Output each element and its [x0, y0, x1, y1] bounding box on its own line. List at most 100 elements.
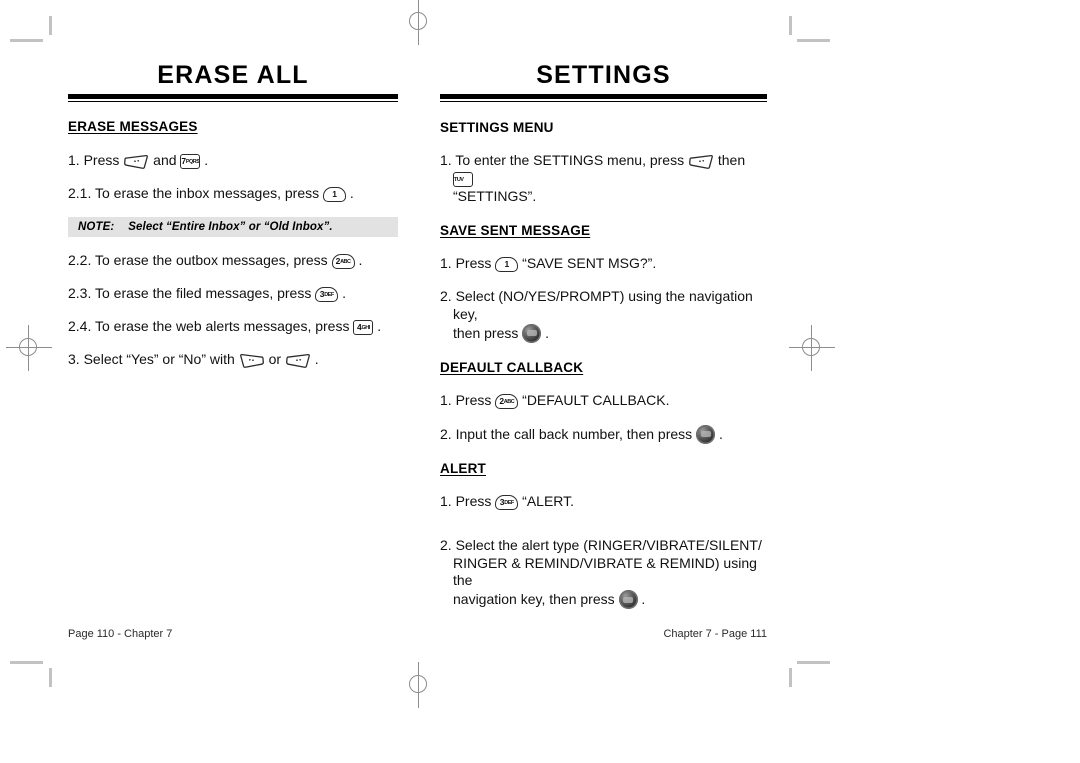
step-1-text-after: .: [204, 152, 209, 169]
save-sent-step-2-line2-before: then press: [453, 324, 519, 341]
save-sent-step-2-number: 2.: [440, 287, 452, 304]
registration-mark-right-center: [789, 325, 835, 371]
crop-mark-bottom-right-horizontal: [797, 661, 830, 664]
key-2-letters: ABC: [503, 398, 515, 405]
key-1-number: 1: [332, 189, 337, 200]
save-sent-step-1-text-after: “SAVE SENT MSG?”.: [522, 255, 657, 272]
step-2-1-text-after: .: [349, 185, 354, 202]
note-bar: NOTE: Select “Entire Inbox” or “Old Inbox…: [68, 217, 398, 238]
step-2-1-number: 2.1.: [68, 185, 92, 202]
alert-step-2-line2: RINGER & REMIND/VIBRATE & REMIND) using …: [453, 554, 757, 589]
left-page: ERASE ALL ERASE MESSAGES 1. Press and 7P…: [68, 62, 398, 369]
step-3: 3. Select “Yes” or “No” with or .: [68, 351, 398, 369]
save-sent-step-2: 2. Select (NO/YES/PROMPT) using the navi…: [440, 288, 767, 343]
key-3-icon: 3DEF: [495, 494, 519, 510]
key-3-letters: DEF: [324, 292, 334, 299]
default-callback-step-1-text-before: Press: [455, 391, 492, 408]
save-sent-step-2-line2-after: .: [545, 324, 550, 341]
key-8-letters: TUV: [453, 177, 464, 184]
softkey-menu-icon: [688, 154, 714, 170]
settings-menu-step-1-text-before: To enter the SETTINGS menu, press: [455, 152, 685, 169]
key-2-icon: 2ABC: [331, 254, 355, 270]
settings-menu-step-1: 1. To enter the SETTINGS menu, press the…: [440, 152, 767, 206]
alert-heading: ALERT: [440, 460, 486, 476]
key-7-letters: PQRS: [185, 159, 200, 166]
alert-step-2-line3-before: navigation key, then press: [453, 591, 615, 608]
softkey-left-icon: [239, 353, 265, 369]
step-2-4-text-before: To erase the web alerts messages, press: [95, 317, 350, 334]
default-callback-step-2-text-before: Input the call back number, then press: [455, 425, 693, 442]
crop-mark-top-left-horizontal: [10, 39, 43, 42]
settings-menu-step-1-text-middle: then: [717, 152, 746, 169]
registration-mark-top-center: [402, 0, 436, 45]
step-2-2-text-before: To erase the outbox messages, press: [95, 252, 328, 269]
alert-step-1-text-before: Press: [455, 492, 492, 509]
step-1-text-before: Press: [83, 152, 120, 169]
crop-mark-bottom-left-horizontal: [10, 661, 43, 664]
step-3-text-middle: or: [268, 350, 282, 367]
key-7-icon: 7PQRS: [180, 154, 201, 170]
default-callback-step-2: 2. Input the call back number, then pres…: [440, 424, 767, 444]
step-2-3-number: 2.3.: [68, 285, 92, 302]
erase-messages-heading: ERASE MESSAGES: [68, 119, 198, 135]
note-label: NOTE:: [78, 221, 115, 234]
default-callback-step-1-text-after: “DEFAULT CALLBACK.: [522, 391, 670, 408]
crop-mark-top-right-horizontal: [797, 39, 830, 42]
registration-mark-left-center: [6, 325, 52, 371]
save-sent-step-1-text-before: Press: [455, 255, 492, 272]
step-2-2-text-after: .: [358, 252, 363, 269]
step-2-4-number: 2.4.: [68, 317, 92, 334]
settings-menu-step-1-number: 1.: [440, 152, 452, 169]
alert-step-1-number: 1.: [440, 492, 452, 509]
settings-menu-heading: SETTINGS MENU: [440, 120, 554, 136]
step-3-number: 3.: [68, 350, 80, 367]
step-2-2-number: 2.2.: [68, 252, 92, 269]
step-2-3-text-before: To erase the filed messages, press: [95, 285, 312, 302]
alert-step-2-line1: Select the alert type (RINGER/VIBRATE/SI…: [455, 536, 762, 553]
right-page: SETTINGS SETTINGS MENU 1. To enter the S…: [440, 61, 767, 610]
softkey-menu-icon: [123, 154, 149, 170]
step-2-1-text-before: To erase the inbox messages, press: [95, 185, 320, 202]
step-1: 1. Press and 7PQRS .: [68, 152, 398, 170]
step-1-number: 1.: [68, 152, 80, 169]
step-2-3: 2.3. To erase the filed messages, press …: [68, 285, 398, 303]
key-4-letters: GHI: [361, 324, 370, 331]
save-sent-step-1-number: 1.: [440, 255, 452, 272]
alert-step-2-number: 2.: [440, 536, 452, 553]
left-page-footer: Page 110 - Chapter 7: [68, 628, 173, 640]
key-2-letters: ABC: [340, 259, 351, 266]
softkey-right-icon: [285, 353, 311, 369]
save-sent-step-1: 1. Press 1 “SAVE SENT MSG?”.: [440, 255, 767, 273]
settings-menu-step-1-line2: “SETTINGS”.: [453, 188, 537, 205]
ok-key-icon: [618, 590, 638, 610]
save-sent-message-heading: SAVE SENT MESSAGE: [440, 223, 591, 239]
key-3-icon: 3DEF: [315, 287, 339, 303]
ok-key-icon: [522, 323, 542, 343]
crop-mark-bottom-left-vertical: [49, 668, 52, 687]
right-page-title: SETTINGS: [536, 61, 671, 89]
note-text: Select “Entire Inbox” or “Old Inbox”.: [128, 221, 333, 234]
key-1-icon: 1: [323, 187, 347, 203]
step-3-text-after: .: [314, 350, 319, 367]
step-2-2: 2.2. To erase the outbox messages, press…: [68, 252, 398, 270]
default-callback-step-1-number: 1.: [440, 391, 452, 408]
key-2-icon: 2ABC: [495, 393, 519, 409]
ok-key-icon: [696, 424, 716, 444]
crop-mark-top-right-vertical: [789, 16, 792, 35]
crop-mark-bottom-right-vertical: [789, 668, 792, 687]
save-sent-step-2-line1: Select (NO/YES/PROMPT) using the navigat…: [453, 287, 753, 322]
key-1-icon: 1: [495, 257, 519, 273]
step-2-4-text-after: .: [377, 317, 382, 334]
key-1-number: 1: [504, 259, 510, 270]
default-callback-step-2-number: 2.: [440, 425, 452, 442]
right-page-footer: Chapter 7 - Page 111: [663, 628, 767, 640]
step-1-text-middle: and: [153, 152, 177, 169]
alert-step-2: 2. Select the alert type (RINGER/VIBRATE…: [440, 537, 767, 610]
alert-step-1-text-after: “ALERT.: [522, 492, 575, 509]
default-callback-heading: DEFAULT CALLBACK: [440, 359, 584, 375]
default-callback-step-1: 1. Press 2ABC “DEFAULT CALLBACK.: [440, 392, 767, 410]
step-3-text-before: Select “Yes” or “No” with: [83, 350, 235, 367]
alert-step-2-line3-after: .: [641, 591, 646, 608]
default-callback-step-2-text-after: .: [718, 425, 723, 442]
step-2-4: 2.4. To erase the web alerts messages, p…: [68, 318, 398, 336]
